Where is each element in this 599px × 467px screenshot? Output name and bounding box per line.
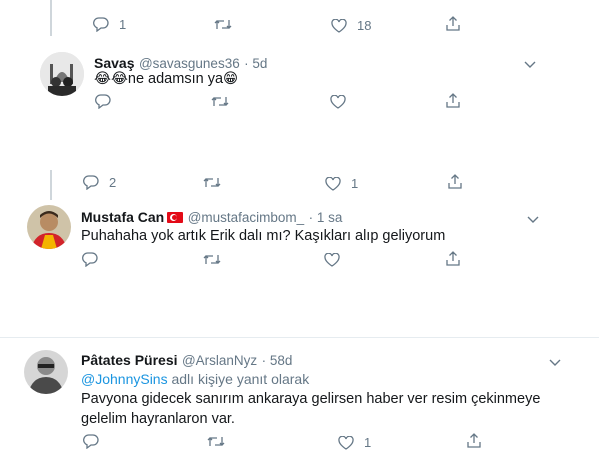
retweet-icon (211, 97, 229, 106)
user-handle[interactable]: @ArslanNyz (182, 353, 257, 368)
emoji-prefix: 😂😂 (94, 71, 128, 87)
reply-button[interactable] (82, 252, 98, 267)
like-button[interactable]: 1 (338, 435, 371, 450)
retweet-icon (203, 178, 221, 187)
tweet-text: Puhahaha yok artık Erik dalı mı? Kaşıkla… (81, 228, 446, 244)
tweet-text: 😂😂ne adamsın ya😁 (94, 69, 238, 89)
share-icon (467, 433, 481, 448)
reply-icon (82, 252, 98, 267)
reply-button[interactable] (83, 434, 99, 449)
like-icon (338, 435, 354, 450)
tweet-text-content: ne adamsın ya (127, 71, 224, 87)
share-button[interactable] (448, 174, 462, 189)
reply-count: 1 (119, 17, 127, 32)
avatar-image (40, 52, 84, 96)
like-icon (324, 253, 340, 267)
reply-icon (83, 434, 99, 449)
retweet-button[interactable] (214, 18, 232, 31)
like-button[interactable]: 18 (331, 18, 371, 33)
tweet-text-line: gelelim hayranlaron var. (81, 411, 235, 427)
share-button[interactable] (446, 251, 460, 266)
thread-line (50, 170, 52, 200)
reply-button[interactable]: 2 (83, 175, 116, 190)
share-button[interactable] (446, 93, 460, 108)
chevron-down-icon (549, 359, 561, 366)
retweet-icon (207, 437, 225, 446)
reply-icon (83, 175, 99, 190)
reply-context: @JohnnySins adlı kişiye yanıt olarak (81, 369, 309, 389)
thread-line (50, 0, 52, 36)
turkey-flag-icon (167, 212, 184, 223)
chevron-down-icon (527, 216, 539, 223)
retweet-icon (203, 255, 221, 264)
emoji-suffix: 😁 (223, 71, 239, 87)
share-button[interactable] (446, 16, 460, 31)
avatar[interactable] (24, 350, 68, 394)
reply-to-link[interactable]: @JohnnySins (81, 371, 168, 387)
like-count: 18 (357, 18, 372, 33)
user-handle[interactable]: @mustafacimbom_ (188, 210, 305, 225)
like-count: 1 (351, 176, 359, 191)
reply-to-suffix: adlı kişiye yanıt olarak (167, 371, 310, 387)
like-button[interactable]: 1 (325, 176, 358, 191)
reply-button[interactable]: 1 (93, 17, 126, 32)
reply-count: 2 (109, 175, 117, 190)
avatar-image (27, 205, 71, 249)
share-icon (446, 93, 460, 108)
like-button[interactable] (324, 253, 340, 267)
avatar[interactable] (27, 205, 71, 249)
retweet-button[interactable] (203, 176, 221, 189)
like-icon (331, 18, 347, 33)
tweet-timestamp[interactable]: · 5d (244, 56, 267, 71)
avatar-image (24, 350, 68, 394)
more-options-button[interactable] (527, 211, 539, 229)
chevron-down-icon (524, 61, 536, 68)
avatar[interactable] (40, 52, 84, 96)
like-button[interactable] (330, 95, 346, 109)
tweet-text-line: Pavyona gidecek sanırım ankaraya gelirse… (81, 391, 541, 407)
tweet-text: Pavyona gidecek sanırım ankaraya gelirse… (81, 389, 581, 429)
like-icon (330, 95, 346, 109)
tweet-separator (0, 337, 599, 338)
retweet-button[interactable] (211, 95, 229, 108)
tweet-timestamp[interactable]: · 58d (262, 353, 293, 368)
like-count: 1 (364, 435, 372, 450)
more-options-button[interactable] (549, 354, 561, 372)
share-button[interactable] (467, 433, 481, 448)
share-icon (446, 16, 460, 31)
reply-button[interactable] (95, 94, 111, 109)
retweet-icon (214, 20, 232, 29)
reply-icon (93, 17, 109, 32)
reply-icon (95, 94, 111, 109)
share-icon (446, 251, 460, 266)
tweet-header: Mustafa Can @mustafacimbom_ · 1 sa (81, 209, 342, 227)
tweet-header: Pâtates Püresi @ArslanNyz · 58d (81, 352, 292, 370)
retweet-button[interactable] (207, 435, 225, 448)
like-icon (325, 176, 341, 191)
display-name[interactable]: Mustafa Can (81, 209, 164, 225)
display-name[interactable]: Pâtates Püresi (81, 352, 178, 368)
retweet-button[interactable] (203, 253, 221, 266)
share-icon (448, 174, 462, 189)
more-options-button[interactable] (524, 56, 536, 74)
tweet-timestamp[interactable]: · 1 sa (309, 210, 343, 225)
